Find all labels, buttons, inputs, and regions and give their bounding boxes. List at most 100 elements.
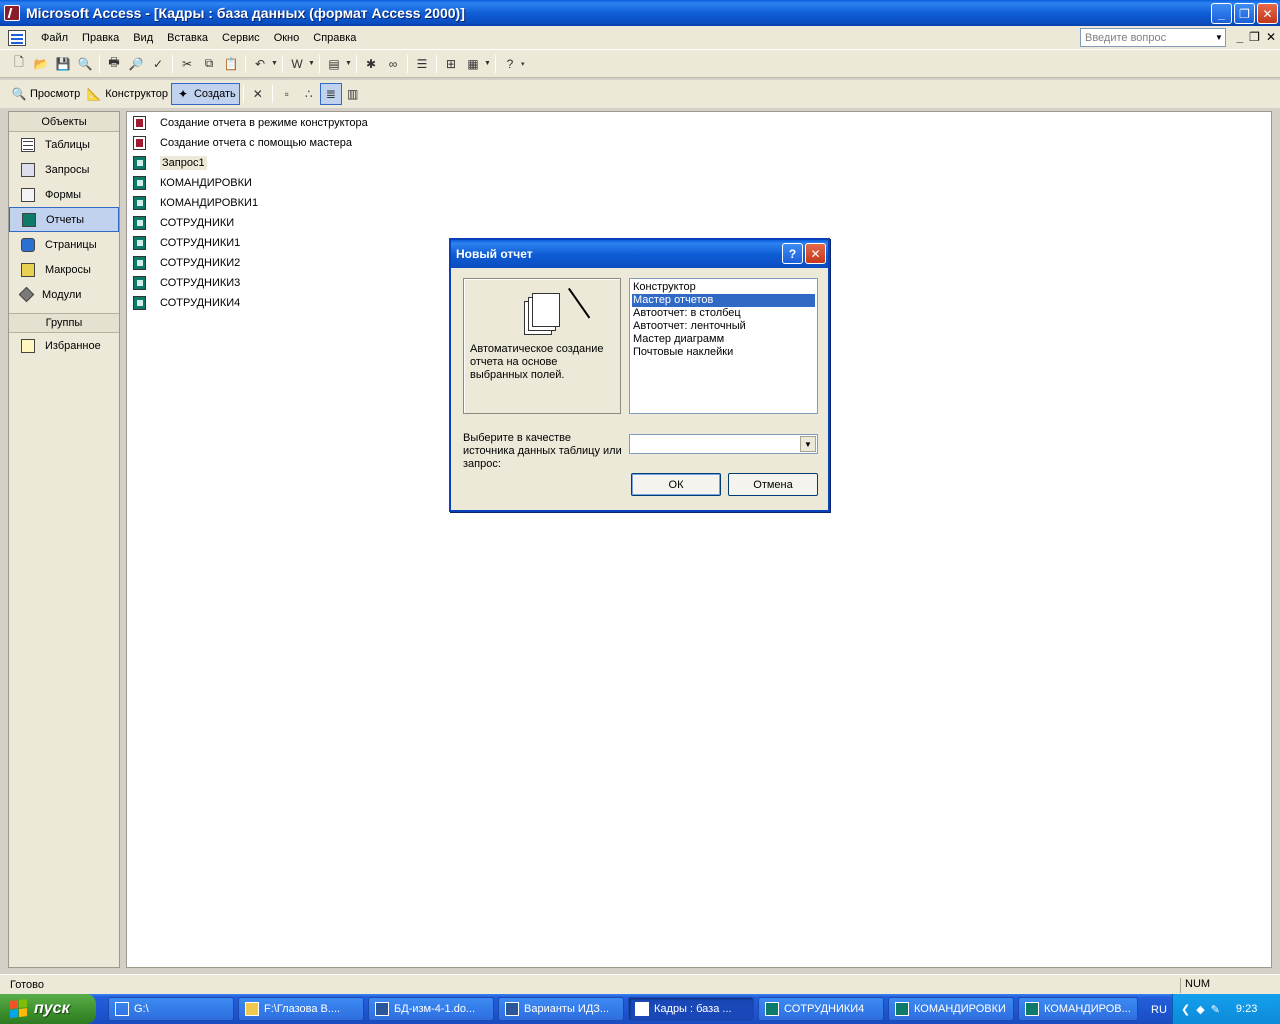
objects-item-tables[interactable]: Таблицы: [9, 132, 119, 157]
option-item[interactable]: Почтовые наклейки: [632, 346, 815, 359]
file-search-icon[interactable]: 🔍: [74, 53, 96, 75]
objects-header[interactable]: Объекты: [9, 112, 119, 132]
menu-window[interactable]: Окно: [267, 32, 307, 44]
antivirus-icon[interactable]: ◆: [1196, 1003, 1204, 1016]
save-icon[interactable]: 💾: [52, 53, 74, 75]
minimize-button[interactable]: _: [1211, 3, 1232, 24]
print-preview-icon[interactable]: 🔎: [125, 53, 147, 75]
objects-item-pages[interactable]: Страницы: [9, 232, 119, 257]
option-item[interactable]: Конструктор: [632, 281, 815, 294]
relationships-icon[interactable]: ⊞: [440, 53, 462, 75]
small-icons-icon[interactable]: ∴: [298, 83, 320, 105]
restore-button[interactable]: ❐: [1234, 3, 1255, 24]
help-button[interactable]: ?: [782, 243, 803, 264]
taskbar-item[interactable]: СОТРУДНИКИ4: [758, 997, 884, 1021]
taskbar-item[interactable]: БД-изм-4-1.do...: [368, 997, 494, 1021]
help-question-input[interactable]: Введите вопрос ▼: [1080, 28, 1226, 47]
groups-header[interactable]: Группы: [9, 313, 119, 333]
option-item[interactable]: Мастер диаграмм: [632, 333, 815, 346]
option-item[interactable]: Автоотчет: ленточный: [632, 320, 815, 333]
analyze-icon[interactable]: ▤: [323, 53, 345, 75]
create-button[interactable]: ✦ Создать: [170, 83, 240, 105]
taskbar-item[interactable]: Варианты ИДЗ...: [498, 997, 624, 1021]
objects-item-queries[interactable]: Запросы: [9, 157, 119, 182]
source-combobox[interactable]: ▼: [629, 434, 818, 454]
dialog-close-button[interactable]: ✕: [805, 243, 826, 264]
print-icon[interactable]: 🖶: [103, 53, 125, 75]
list-item[interactable]: СОТРУДНИКИ1: [133, 234, 240, 252]
properties-icon[interactable]: ☰: [411, 53, 433, 75]
new-object-dropdown-icon[interactable]: ▼: [484, 60, 492, 67]
objects-item-modules[interactable]: Модули: [9, 282, 119, 307]
menu-file[interactable]: Файл: [34, 32, 75, 44]
help-icon[interactable]: ?: [499, 53, 521, 75]
delete-icon[interactable]: ✕: [247, 83, 269, 105]
toolbar-options-icon[interactable]: ▾: [521, 60, 529, 68]
start-button[interactable]: пуск: [0, 994, 96, 1024]
title-bar[interactable]: Microsoft Access - [Кадры : база данных …: [0, 0, 1280, 26]
mdi-restore-button[interactable]: ❐: [1249, 30, 1260, 44]
language-indicator[interactable]: RU: [1144, 1001, 1174, 1019]
menu-insert[interactable]: Вставка: [160, 32, 215, 44]
menu-help[interactable]: Справка: [306, 32, 363, 44]
undo-icon[interactable]: ↶: [249, 53, 271, 75]
list-item[interactable]: Создание отчета в режиме конструктора: [133, 114, 368, 132]
new-object-icon[interactable]: ▦: [462, 53, 484, 75]
wizard-options-list[interactable]: Конструктор Мастер отчетов Автоотчет: в …: [629, 278, 818, 414]
list-item[interactable]: КОМАНДИРОВКИ: [133, 174, 252, 192]
close-button[interactable]: ✕: [1257, 3, 1278, 24]
chevron-down-icon[interactable]: ▼: [1213, 29, 1225, 46]
list-item[interactable]: КОМАНДИРОВКИ1: [133, 194, 258, 212]
cancel-button[interactable]: Отмена: [728, 473, 818, 496]
list-item[interactable]: СОТРУДНИКИ: [133, 214, 234, 232]
mdi-minimize-button[interactable]: _: [1236, 30, 1243, 44]
open-folder-icon[interactable]: 📂: [30, 53, 52, 75]
preview-button[interactable]: 🔍 Просмотр: [8, 83, 83, 105]
paste-icon[interactable]: 📋: [220, 53, 242, 75]
menu-edit[interactable]: Правка: [75, 32, 126, 44]
large-icons-icon[interactable]: ▫: [276, 83, 298, 105]
database-icon: [635, 1002, 649, 1016]
dialog-title-bar[interactable]: Новый отчет ? ✕: [451, 240, 828, 268]
undo-dropdown-icon[interactable]: ▼: [271, 60, 279, 67]
spelling-icon[interactable]: ✓: [147, 53, 169, 75]
chevron-down-icon[interactable]: ▼: [800, 436, 816, 452]
database-window-icon[interactable]: [8, 29, 26, 46]
code-icon[interactable]: ✱: [360, 53, 382, 75]
menu-tools[interactable]: Сервис: [215, 32, 267, 44]
script-editor-icon[interactable]: ∞: [382, 53, 404, 75]
ok-button[interactable]: ОК: [631, 473, 721, 496]
office-links-icon[interactable]: W: [286, 53, 308, 75]
objects-item-label: Модули: [42, 288, 82, 301]
details-view-icon[interactable]: ▥: [342, 83, 364, 105]
taskbar-item-active[interactable]: Кадры : база ...: [628, 997, 754, 1021]
taskbar-item[interactable]: G:\: [108, 997, 234, 1021]
taskbar-item[interactable]: КОМАНДИРОВКИ: [888, 997, 1014, 1021]
groups-item-favorites[interactable]: Избранное: [9, 333, 119, 358]
list-item[interactable]: СОТРУДНИКИ3: [133, 274, 240, 292]
taskbar-item[interactable]: F:\Глазова В....: [238, 997, 364, 1021]
list-item[interactable]: Запрос1: [133, 154, 207, 172]
objects-item-macros[interactable]: Макросы: [9, 257, 119, 282]
taskbar-item[interactable]: КОМАНДИРОВ...: [1018, 997, 1138, 1021]
design-button[interactable]: 📐 Конструктор: [83, 83, 171, 105]
copy-icon[interactable]: ⧉: [198, 53, 220, 75]
mdi-close-button[interactable]: ✕: [1266, 30, 1276, 44]
objects-item-reports[interactable]: Отчеты: [9, 207, 119, 232]
cut-icon[interactable]: ✂: [176, 53, 198, 75]
menu-view[interactable]: Вид: [126, 32, 160, 44]
objects-item-forms[interactable]: Формы: [9, 182, 119, 207]
option-item-selected[interactable]: Мастер отчетов: [632, 294, 815, 307]
analyze-dropdown-icon[interactable]: ▼: [345, 60, 353, 67]
list-view-icon[interactable]: ≣: [319, 83, 342, 105]
office-links-dropdown-icon[interactable]: ▼: [308, 60, 316, 67]
list-item[interactable]: СОТРУДНИКИ4: [133, 294, 240, 312]
tray-expand-icon[interactable]: ❮: [1181, 1003, 1190, 1016]
new-icon[interactable]: 🗋: [8, 53, 30, 75]
access-app-icon[interactable]: [4, 5, 20, 21]
clock[interactable]: 9:23: [1236, 1003, 1257, 1015]
option-item[interactable]: Автоотчет: в столбец: [632, 307, 815, 320]
tools-icon[interactable]: ✎: [1211, 1003, 1220, 1016]
list-item[interactable]: СОТРУДНИКИ2: [133, 254, 240, 272]
list-item[interactable]: Создание отчета с помощью мастера: [133, 134, 352, 152]
